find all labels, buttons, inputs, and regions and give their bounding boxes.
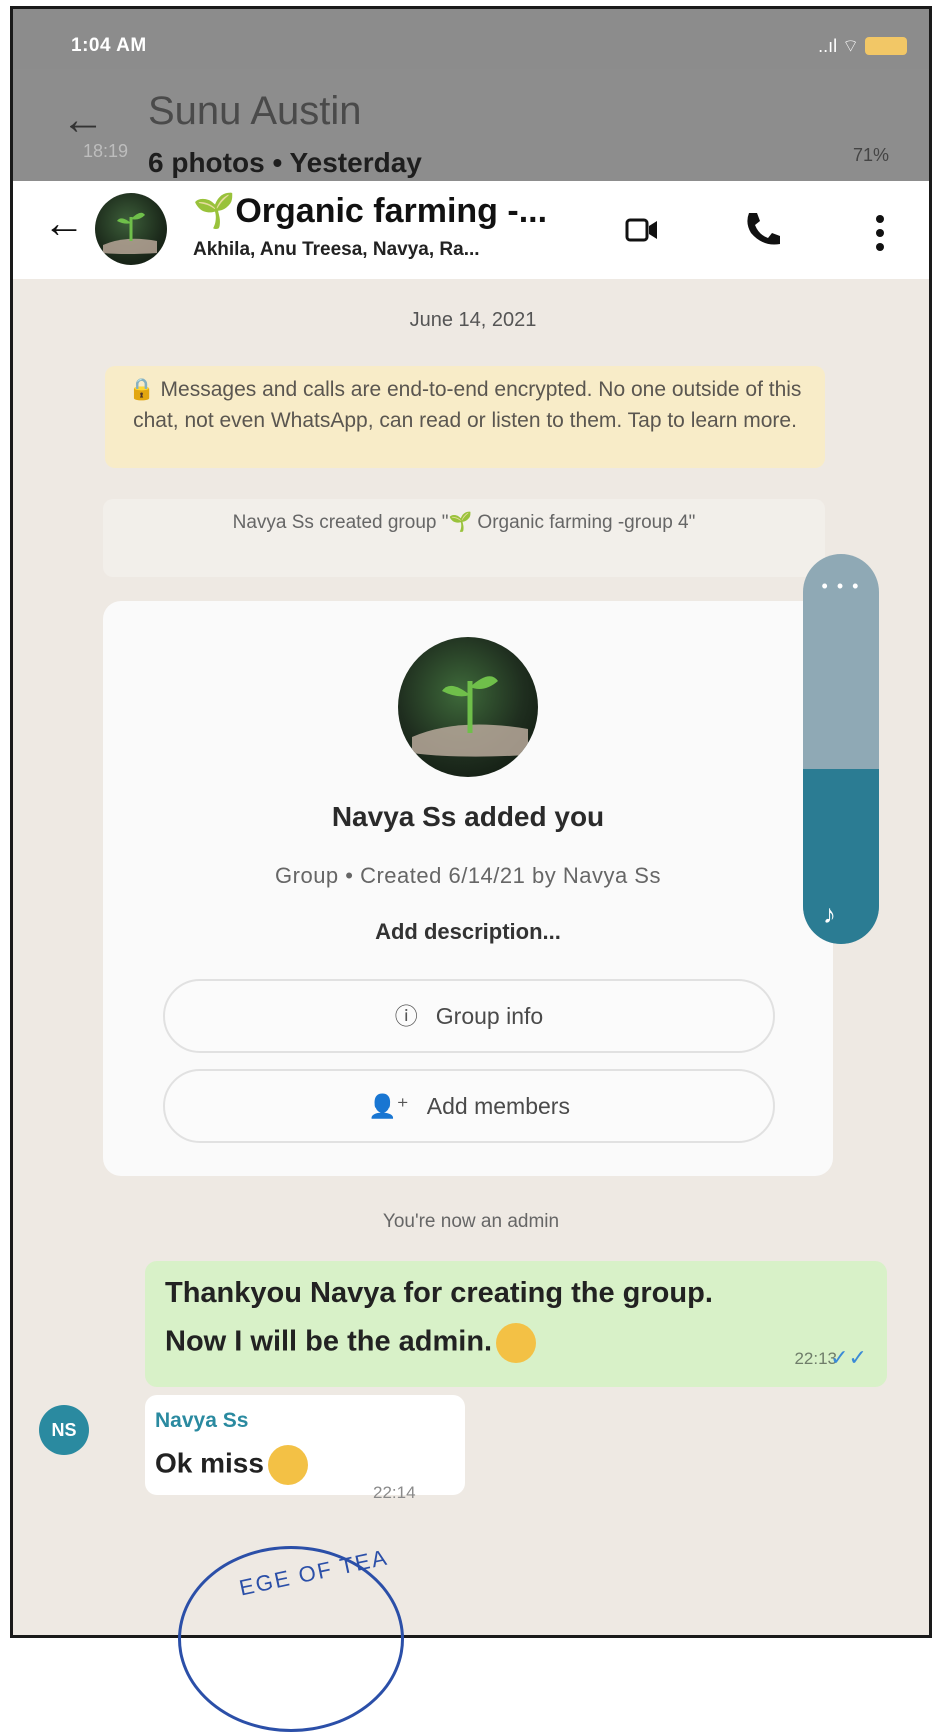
viewer-back-icon[interactable]: ←: [61, 95, 105, 145]
smile-emoji-icon: [496, 1323, 537, 1363]
sender-avatar[interactable]: NS: [39, 1405, 89, 1455]
inner-battery: 71%: [852, 145, 889, 165]
group-card-avatar[interactable]: [398, 637, 538, 777]
read-ticks-icon: ✓✓: [830, 1345, 867, 1370]
group-intro-card: Navya Ss added you Group • Created 6/14/…: [103, 601, 833, 1176]
outgoing-line-1: Thankyou Navya for creating the group.: [165, 1277, 713, 1309]
viewer-subtitle: 6 photos • Yesterday: [148, 147, 422, 178]
inner-status-time: 18:19: [83, 141, 129, 161]
info-icon: ⓘ: [394, 1003, 418, 1029]
video-call-icon[interactable]: [625, 215, 659, 245]
group-created-info: Group • Created 6/14/21 by Navya Ss: [275, 863, 661, 888]
group-created-notice: Navya Ss created group "🌱 Organic farmin…: [103, 499, 825, 577]
volume-menu-icon[interactable]: • • •: [803, 576, 879, 597]
incoming-text: Ok miss: [155, 1445, 308, 1485]
chat-header: ← 🌱Organic farming -... Akhila, Anu Tree…: [13, 181, 929, 279]
seedling-hand-icon: [412, 676, 528, 757]
viewer-title: Sunu Austin: [148, 89, 362, 133]
volume-level-fill: [803, 768, 879, 944]
more-options-icon[interactable]: [875, 213, 885, 253]
incoming-message[interactable]: Navya Ss Ok miss 22:14: [145, 1395, 465, 1502]
photo-frame: 1:04 AM ..ıl ⌔ ← Sunu Austin 18:19 6 pho…: [10, 6, 932, 1638]
add-description-link[interactable]: Add description...: [103, 919, 833, 945]
outgoing-message[interactable]: Thankyou Navya for creating the group. N…: [145, 1261, 887, 1387]
back-arrow-icon[interactable]: ←: [43, 199, 85, 247]
chat-members[interactable]: Akhila, Anu Treesa, Navya, Ra...: [193, 239, 480, 261]
chat-body[interactable]: June 14, 2021 🔒 Messages and calls are e…: [13, 279, 929, 1635]
grin-emoji-icon: [267, 1445, 308, 1485]
volume-slider[interactable]: • • • ♪: [803, 554, 879, 944]
viewer-header: ← Sunu Austin 18:19 6 photos • Yesterday…: [13, 69, 929, 181]
outer-status-bar: 1:04 AM ..ıl ⌔: [13, 9, 929, 69]
add-members-button[interactable]: 👤⁺ Add members: [163, 1069, 775, 1143]
add-person-icon: 👤⁺: [368, 1093, 409, 1119]
added-you-title: Navya Ss added you: [331, 801, 605, 832]
seedling-icon: 🌱: [193, 192, 236, 230]
incoming-time: 22:14: [373, 1483, 416, 1502]
chat-title[interactable]: 🌱Organic farming -...: [193, 191, 547, 231]
admin-notice: You're now an admin: [382, 1211, 560, 1232]
outgoing-line-2: Now I will be the admin.: [165, 1323, 537, 1363]
voice-call-icon[interactable]: [741, 207, 785, 251]
seedling-hand-icon: [103, 212, 157, 254]
battery-icon: [865, 37, 907, 55]
encryption-notice[interactable]: 🔒 Messages and calls are end-to-end encr…: [105, 366, 825, 468]
media-volume-icon: ♪: [823, 899, 836, 929]
sender-name[interactable]: Navya Ss: [155, 1409, 248, 1433]
group-avatar[interactable]: [95, 193, 167, 265]
status-time: 1:04 AM: [71, 35, 147, 56]
signal-icon: ..ıl ⌔: [818, 36, 859, 56]
group-info-button[interactable]: ⓘ Group info: [163, 979, 775, 1053]
date-chip: June 14, 2021: [409, 309, 537, 331]
